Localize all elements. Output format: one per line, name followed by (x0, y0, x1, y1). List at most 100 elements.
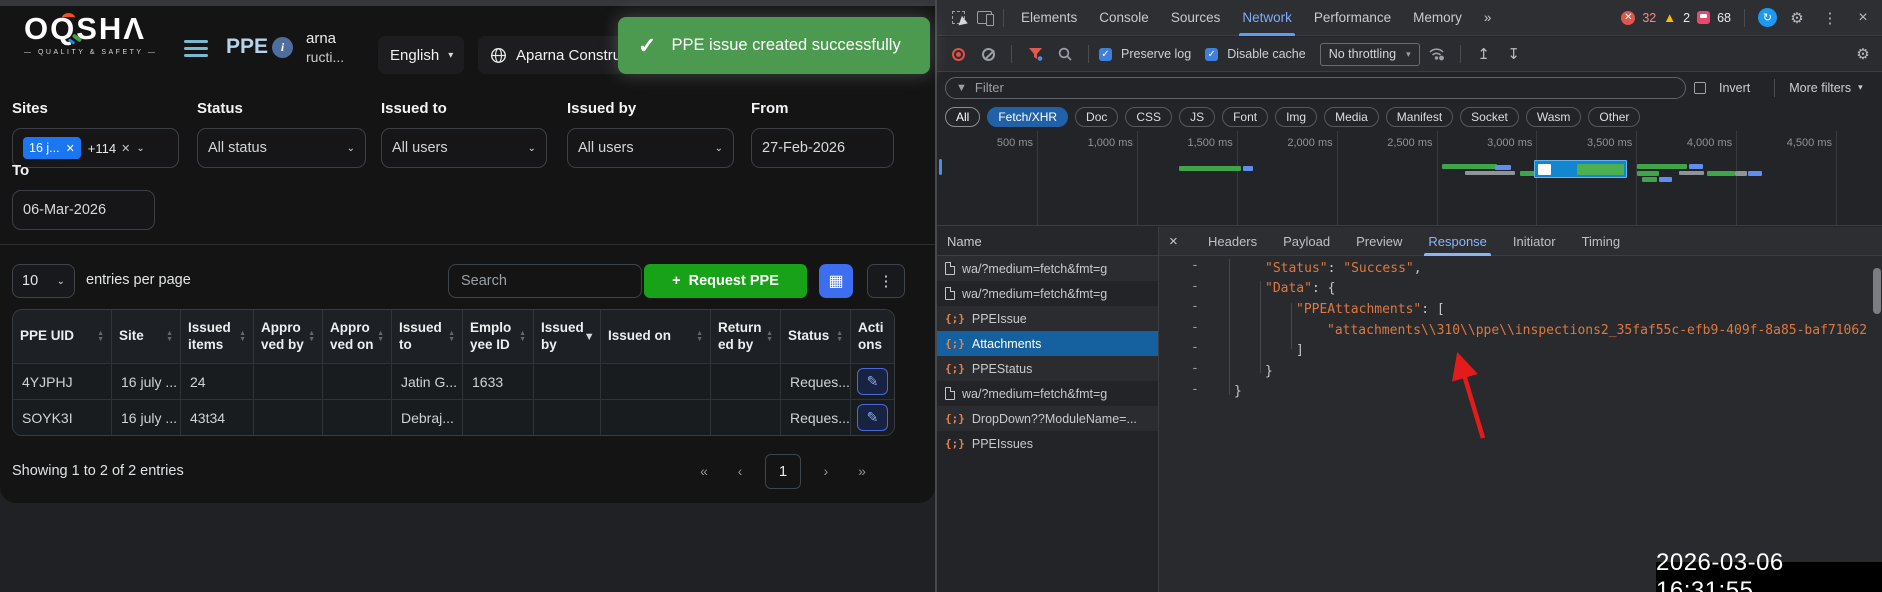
pagination-arrow[interactable]: « (693, 463, 715, 479)
chip-js[interactable]: JS (1179, 107, 1215, 127)
more-tabs-icon[interactable]: » (1473, 0, 1503, 36)
column-header-appro-ved-on[interactable]: Appro ved on▲▼ (323, 310, 392, 363)
fold-marker[interactable]: - (1191, 320, 1199, 335)
chip-doc[interactable]: Doc (1075, 107, 1118, 127)
sort-icon[interactable]: ▲▼ (519, 331, 526, 343)
chip-media[interactable]: Media (1324, 107, 1379, 127)
chip-fetch-xhr[interactable]: Fetch/XHR (987, 107, 1068, 127)
close-detail-icon[interactable]: × (1169, 233, 1195, 250)
edit-button[interactable]: ✎ (857, 368, 888, 395)
throttling-select[interactable]: No throttling ▾ (1320, 43, 1420, 66)
column-header-emplo-yee-id[interactable]: Emplo yee ID▲▼ (463, 310, 534, 363)
fold-marker[interactable]: - (1191, 361, 1199, 376)
sort-icon[interactable]: ▲▼ (97, 331, 104, 343)
column-header-issued-by[interactable]: Issued by▼ (534, 310, 601, 363)
column-header-return-ed-by[interactable]: Return ed by▲▼ (711, 310, 781, 363)
sort-icon[interactable]: ▲▼ (448, 331, 455, 343)
fold-marker[interactable]: - (1191, 382, 1199, 397)
view-toggle-button[interactable]: ▦ (819, 264, 853, 298)
record-icon[interactable] (945, 41, 971, 67)
sort-icon[interactable]: ▲▼ (377, 331, 384, 343)
info-icon[interactable]: i (272, 37, 293, 58)
to-date-input[interactable] (23, 191, 144, 229)
network-conditions-icon[interactable] (1424, 41, 1450, 67)
clear-icon[interactable] (975, 41, 1001, 67)
from-date-input[interactable] (762, 129, 883, 167)
status-dropdown[interactable]: All status ⌄ (197, 128, 366, 168)
tab-memory[interactable]: Memory (1402, 0, 1473, 36)
detail-tab-headers[interactable]: Headers (1195, 227, 1270, 256)
page-number[interactable]: 1 (765, 454, 801, 489)
detail-tab-preview[interactable]: Preview (1343, 227, 1415, 256)
column-header-appro-ved-by[interactable]: Appro ved by▲▼ (254, 310, 323, 363)
request-row-ppeissues[interactable]: {;}PPEIssues (937, 431, 1158, 456)
sort-icon[interactable]: ▲▼ (836, 331, 843, 343)
chip-socket[interactable]: Socket (1460, 107, 1519, 127)
detail-tab-payload[interactable]: Payload (1270, 227, 1343, 256)
device-toolbar-icon[interactable] (971, 5, 997, 31)
sort-icon[interactable]: ▲▼ (308, 331, 315, 343)
preserve-log-checkbox[interactable]: ✓ (1099, 48, 1112, 61)
tab-performance[interactable]: Performance (1303, 0, 1402, 36)
scrollbar-thumb[interactable] (1873, 268, 1881, 314)
tab-console[interactable]: Console (1088, 0, 1160, 36)
entries-per-page-select[interactable]: 10 ⌄ (12, 264, 75, 298)
network-settings-gear-icon[interactable]: ⚙ (1850, 41, 1876, 67)
extension-sync-icon[interactable]: ↻ (1758, 8, 1777, 27)
detail-tab-response[interactable]: Response (1415, 227, 1500, 256)
kebab-icon[interactable]: ⋮ (1817, 5, 1843, 31)
sort-icon[interactable]: ▲▼ (696, 331, 703, 343)
close-devtools-icon[interactable]: × (1850, 5, 1876, 31)
fold-marker[interactable]: - (1191, 299, 1199, 314)
network-filter-input[interactable]: ▼ Filter (945, 77, 1686, 99)
menu-icon[interactable] (184, 40, 208, 61)
disable-cache-checkbox[interactable]: ✓ (1205, 48, 1218, 61)
network-overview-timeline[interactable]: 500 ms1,000 ms1,500 ms2,000 ms2,500 ms3,… (937, 131, 1882, 226)
clear-sites-icon[interactable]: ✕ (121, 142, 130, 155)
request-row-dropdown-modulename[interactable]: {;}DropDown??ModuleName=... (937, 406, 1158, 431)
success-toast[interactable]: ✓ PPE issue created successfully (618, 17, 930, 74)
column-header-acti-ons[interactable]: Acti ons (851, 310, 894, 363)
tab-elements[interactable]: Elements (1010, 0, 1088, 36)
issues-icon[interactable] (1697, 11, 1710, 24)
settings-gear-icon[interactable]: ⚙ (1784, 5, 1810, 31)
request-row-wa-medium-fetch-fmt-g[interactable]: wa/?medium=fetch&fmt=g (937, 281, 1158, 306)
chip-img[interactable]: Img (1275, 107, 1317, 127)
column-header-status[interactable]: Status▲▼ (781, 310, 851, 363)
chip-font[interactable]: Font (1222, 107, 1268, 127)
more-filters-button[interactable]: More filters ▾ (1789, 81, 1862, 95)
request-ppe-button[interactable]: + Request PPE (644, 264, 807, 298)
pagination-arrow[interactable]: ‹ (729, 463, 751, 479)
request-row-wa-medium-fetch-fmt-g[interactable]: wa/?medium=fetch&fmt=g (937, 256, 1158, 281)
sort-desc-icon[interactable]: ▼ (584, 331, 595, 343)
inspect-element-icon[interactable] (945, 5, 971, 31)
column-header-issued-on[interactable]: Issued on▲▼ (601, 310, 711, 363)
request-row-attachments[interactable]: {;}Attachments (937, 331, 1158, 356)
pagination-arrow[interactable]: › (815, 463, 837, 479)
invert-checkbox[interactable] (1694, 82, 1706, 94)
more-options-button[interactable]: ⋮ (867, 264, 905, 298)
language-dropdown[interactable]: English ▾ (378, 36, 464, 74)
column-header-ppe-uid[interactable]: PPE UID▲▼ (13, 310, 112, 363)
sort-icon[interactable]: ▲▼ (166, 331, 173, 343)
chip-manifest[interactable]: Manifest (1386, 107, 1453, 127)
fold-marker[interactable]: - (1191, 279, 1199, 294)
detail-tab-timing[interactable]: Timing (1569, 227, 1634, 256)
chip-all[interactable]: All (945, 107, 980, 127)
edit-button[interactable]: ✎ (857, 404, 888, 431)
site-chip[interactable]: 16 j... ✕ (23, 137, 81, 159)
detail-tab-initiator[interactable]: Initiator (1500, 227, 1569, 256)
column-header-issued-items[interactable]: Issued items▲▼ (181, 310, 254, 363)
issued-to-dropdown[interactable]: All users ⌄ (381, 128, 547, 168)
import-har-icon[interactable]: ↥ (1471, 41, 1497, 67)
request-row-wa-medium-fetch-fmt-g[interactable]: wa/?medium=fetch&fmt=g (937, 381, 1158, 406)
tab-network[interactable]: Network (1231, 0, 1303, 36)
column-header-issued-to[interactable]: Issued to▲▼ (392, 310, 463, 363)
search-input[interactable] (448, 264, 642, 298)
fold-marker[interactable]: - (1191, 258, 1199, 273)
pagination-arrow[interactable]: » (851, 463, 873, 479)
chip-css[interactable]: CSS (1125, 107, 1172, 127)
export-har-icon[interactable]: ↧ (1501, 41, 1527, 67)
chip-close-icon[interactable]: ✕ (66, 142, 75, 155)
request-row-ppeissue[interactable]: {;}PPEIssue (937, 306, 1158, 331)
